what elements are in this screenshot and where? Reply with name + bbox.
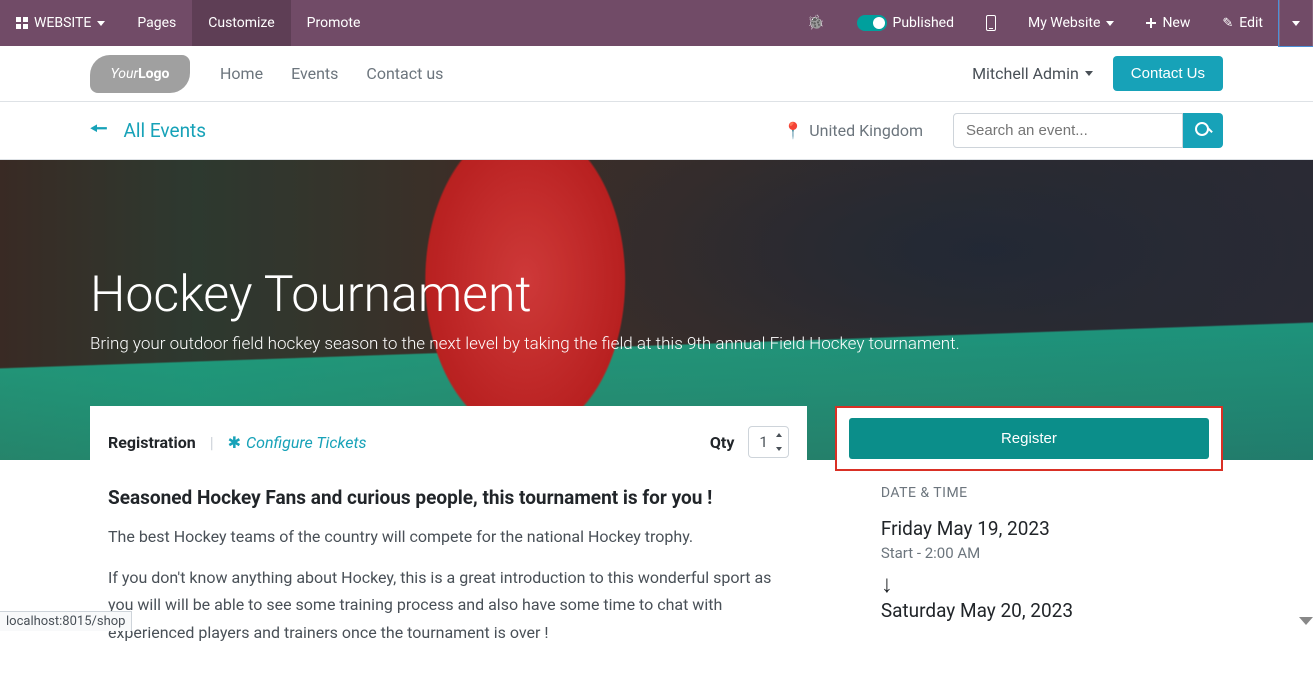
registration-label: Registration	[108, 433, 196, 452]
debug-button[interactable]	[791, 0, 840, 46]
register-box: Register	[835, 406, 1223, 471]
date-time-box: DATE & TIME Friday May 19, 2023 Start - …	[835, 485, 1223, 622]
event-subbar: 🠔 All Events 📍 United Kingdom	[0, 102, 1313, 160]
apps-icon	[16, 17, 28, 29]
pages-menu[interactable]: Pages	[121, 0, 192, 46]
search-input[interactable]	[953, 113, 1183, 148]
register-button[interactable]: Register	[849, 418, 1209, 459]
end-date: Saturday May 20, 2023	[881, 599, 1177, 622]
qty-select[interactable]: 1	[748, 426, 788, 458]
scroll-down-icon[interactable]	[1299, 617, 1313, 625]
all-events-link[interactable]: 🠔 All Events	[90, 114, 206, 148]
plus-icon	[1146, 18, 1156, 28]
nav-contact[interactable]: Contact us	[366, 64, 443, 83]
registration-row: Registration | Configure Tickets Qty 1	[108, 426, 789, 458]
arrow-left-icon: 🠔	[90, 114, 108, 148]
promote-menu[interactable]: Promote	[291, 0, 377, 46]
phone-icon	[986, 15, 996, 31]
topbar-more[interactable]	[1279, 0, 1313, 46]
nav-home[interactable]: Home	[220, 64, 263, 83]
start-time: Start - 2:00 AM	[881, 544, 1177, 562]
status-bar: localhost:8015/shop	[0, 611, 132, 631]
event-subtitle: Bring your outdoor field hockey season t…	[90, 334, 960, 354]
new-button[interactable]: New	[1130, 0, 1206, 46]
customize-menu[interactable]: Customize	[192, 0, 290, 46]
event-search	[953, 113, 1223, 148]
start-date: Friday May 19, 2023	[881, 517, 1177, 540]
contact-us-button[interactable]: Contact Us	[1113, 56, 1223, 91]
body-heading: Seasoned Hockey Fans and curious people,…	[108, 486, 789, 509]
pencil-icon	[1222, 15, 1233, 31]
site-logo[interactable]: YourLogo	[90, 55, 190, 93]
qty-label: Qty	[710, 433, 735, 452]
published-toggle[interactable]: Published	[841, 0, 970, 46]
body-p2: If you don't know anything about Hockey,…	[108, 564, 789, 646]
edit-button[interactable]: Edit	[1206, 0, 1279, 46]
event-title: Hockey Tournament	[90, 266, 960, 324]
mobile-preview[interactable]	[970, 0, 1012, 46]
event-body: Registration | Configure Tickets Qty 1 S…	[90, 406, 807, 680]
body-p1: The best Hockey teams of the country wil…	[108, 523, 789, 550]
nav-events[interactable]: Events	[291, 64, 338, 83]
site-navbar: YourLogo Home Events Contact us Mitchell…	[0, 46, 1313, 102]
caret-down-icon	[1085, 71, 1093, 76]
website-menu[interactable]: WEBSITE	[0, 0, 121, 46]
gear-icon	[228, 433, 241, 452]
caret-down-icon	[97, 21, 105, 26]
search-button[interactable]	[1183, 113, 1223, 148]
map-pin-icon: 📍	[783, 121, 803, 140]
event-location: 📍 United Kingdom	[783, 121, 923, 140]
toggle-on-icon	[857, 15, 887, 31]
my-website-menu[interactable]: My Website	[1012, 0, 1130, 46]
down-arrow-icon: ↓	[881, 570, 1177, 599]
user-menu[interactable]: Mitchell Admin	[972, 64, 1093, 83]
bug-icon	[807, 15, 824, 31]
date-time-label: DATE & TIME	[881, 485, 1177, 501]
admin-topbar: WEBSITE Pages Customize Promote Publishe…	[0, 0, 1313, 46]
configure-tickets-link[interactable]: Configure Tickets	[228, 433, 367, 452]
caret-down-icon	[1106, 21, 1114, 26]
caret-down-icon	[1292, 21, 1300, 26]
